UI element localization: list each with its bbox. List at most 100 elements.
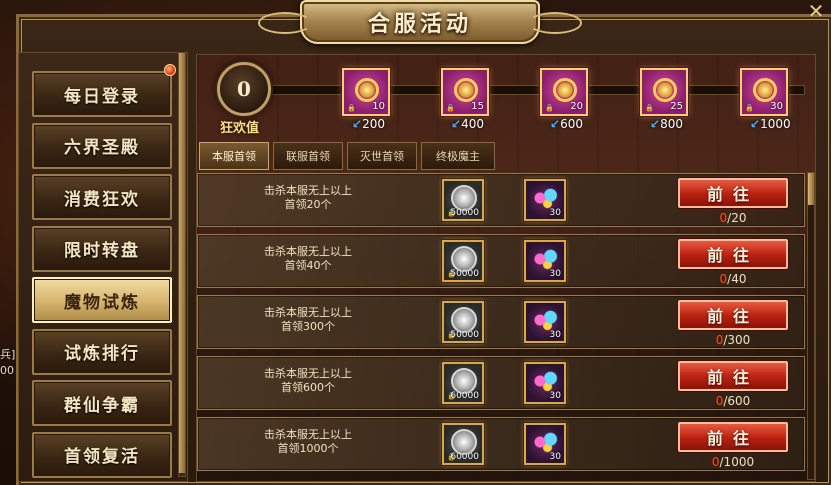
arrow-icon: ↙ [451, 117, 462, 131]
task-progress-current: 0 [719, 272, 728, 286]
go-button[interactable]: 前往 [678, 361, 788, 391]
task-progress-target: /300 [723, 333, 751, 347]
firework-qty: 30 [549, 208, 561, 218]
task-progress: 0/20 [678, 211, 788, 225]
firework-qty: 30 [549, 269, 561, 279]
go-button[interactable]: 前往 [678, 300, 788, 330]
golden-orb-icon [553, 78, 577, 102]
firework-reward-icon[interactable]: 30 [524, 301, 566, 343]
task-desc-line1: 击杀本服无上以上 [264, 184, 352, 197]
sidebar-item[interactable]: 每日登录 [32, 71, 172, 117]
silver-coin-reward-icon[interactable]: 🔒 50000 [442, 240, 484, 282]
edge-text-1: 兵] [0, 348, 16, 361]
title-plaque: 合服活动 [258, 0, 582, 44]
task-description: 击杀本服无上以上 首领1000个 [238, 428, 378, 456]
task-progress-target: /20 [727, 211, 747, 225]
milestone-reward-icon[interactable]: 🔒 10 [342, 68, 390, 116]
close-icon[interactable]: ✕ [801, 0, 831, 24]
golden-orb-icon [355, 78, 379, 102]
lock-icon: 🔒 [745, 104, 754, 112]
sidebar-scroll-thumb[interactable] [179, 53, 185, 473]
firework-qty: 30 [549, 452, 561, 462]
lock-icon: 🔒 [545, 104, 554, 112]
sidebar-scrollbar[interactable] [178, 52, 186, 477]
tab[interactable]: 联服首领 [273, 142, 343, 170]
arrow-icon: ↙ [650, 117, 661, 131]
window-title: 合服活动 [367, 11, 472, 37]
task-progress: 0/40 [678, 272, 788, 286]
content-scrollbar[interactable] [807, 172, 815, 480]
milestone-requirement: ↙400 [451, 117, 484, 131]
lock-icon: 🔒 [645, 104, 654, 112]
golden-orb-icon [454, 78, 478, 102]
joy-value: 0 [237, 77, 251, 101]
firework-reward-icon[interactable]: 30 [524, 362, 566, 404]
milestone-reward-icon[interactable]: 🔒 20 [540, 68, 588, 116]
coin-qty: 50000 [450, 330, 479, 340]
task-description: 击杀本服无上以上 首领40个 [238, 245, 378, 273]
silver-coin-reward-icon[interactable]: 🔒 50000 [442, 179, 484, 221]
silver-coin-reward-icon[interactable]: 🔒 60000 [442, 362, 484, 404]
task-progress: 0/300 [678, 333, 788, 347]
task-row: 击杀本服无上以上 首领40个 🔒 50000 30 前往 0/40 [197, 234, 805, 288]
go-button[interactable]: 前往 [678, 178, 788, 208]
notification-dot-icon [164, 64, 176, 76]
milestone-req-value: 1000 [760, 117, 791, 131]
tab[interactable]: 终极魔主 [421, 142, 495, 170]
milestone-reward-icon[interactable]: 🔒 25 [640, 68, 688, 116]
task-progress-target: /40 [727, 272, 747, 286]
firework-reward-icon[interactable]: 30 [524, 179, 566, 221]
milestone-requirement: ↙800 [650, 117, 683, 131]
task-row: 击杀本服无上以上 首领20个 🔒 50000 30 前往 0/20 [197, 173, 805, 227]
milestone-requirement: ↙1000 [750, 117, 791, 131]
task-progress: 0/1000 [678, 455, 788, 469]
task-progress-target: /600 [723, 394, 751, 408]
go-button[interactable]: 前往 [678, 422, 788, 452]
task-progress: 0/600 [678, 394, 788, 408]
golden-orb-icon [653, 78, 677, 102]
firework-reward-icon[interactable]: 30 [524, 423, 566, 465]
task-desc-line2: 首领300个 [281, 320, 335, 333]
task-desc-line1: 击杀本服无上以上 [264, 245, 352, 258]
milestone-qty: 25 [670, 101, 683, 112]
sidebar-item[interactable]: 群仙争霸 [32, 380, 172, 426]
firework-qty: 30 [549, 391, 561, 401]
task-progress-current: 0 [719, 211, 728, 225]
task-progress-current: 0 [711, 455, 720, 469]
task-row: 击杀本服无上以上 首领1000个 🔒 60000 30 前往 0/1000 [197, 417, 805, 471]
firework-reward-icon[interactable]: 30 [524, 240, 566, 282]
silver-coin-reward-icon[interactable]: 🔒 50000 [442, 301, 484, 343]
coin-qty: 60000 [450, 391, 479, 401]
milestone-reward-icon[interactable]: 🔒 15 [441, 68, 489, 116]
milestone-req-value: 800 [660, 117, 683, 131]
firework-qty: 30 [549, 330, 561, 340]
golden-orb-icon [753, 78, 777, 102]
sidebar-item[interactable]: 消费狂欢 [32, 174, 172, 220]
task-desc-line2: 首领1000个 [277, 442, 339, 455]
task-desc-line1: 击杀本服无上以上 [264, 306, 352, 319]
milestone-req-value: 600 [560, 117, 583, 131]
joy-value-badge: 0 [217, 62, 271, 116]
task-desc-line1: 击杀本服无上以上 [264, 367, 352, 380]
arrow-icon: ↙ [550, 117, 561, 131]
milestone-qty: 15 [471, 101, 484, 112]
milestone-reward-icon[interactable]: 🔒 30 [740, 68, 788, 116]
go-button[interactable]: 前往 [678, 239, 788, 269]
milestone-requirement: ↙600 [550, 117, 583, 131]
lock-icon: 🔒 [347, 104, 356, 112]
tab[interactable]: 灭世首领 [347, 142, 417, 170]
coin-qty: 60000 [450, 452, 479, 462]
sidebar-item[interactable]: 魔物试炼 [32, 277, 172, 323]
edge-text-2: 00 [0, 364, 14, 377]
tab[interactable]: 本服首领 [199, 142, 269, 170]
sidebar-item[interactable]: 六界圣殿 [32, 122, 172, 169]
sidebar-item[interactable]: 首领复活 [32, 431, 172, 478]
milestone-qty: 20 [570, 101, 583, 112]
content-scroll-thumb[interactable] [808, 173, 814, 205]
silver-coin-reward-icon[interactable]: 🔒 60000 [442, 423, 484, 465]
task-row: 击杀本服无上以上 首领600个 🔒 60000 30 前往 0/600 [197, 356, 805, 410]
sidebar-item[interactable]: 限时转盘 [32, 225, 172, 272]
task-description: 击杀本服无上以上 首领600个 [238, 367, 378, 395]
coin-qty: 50000 [450, 208, 479, 218]
sidebar-item[interactable]: 试炼排行 [32, 328, 172, 375]
